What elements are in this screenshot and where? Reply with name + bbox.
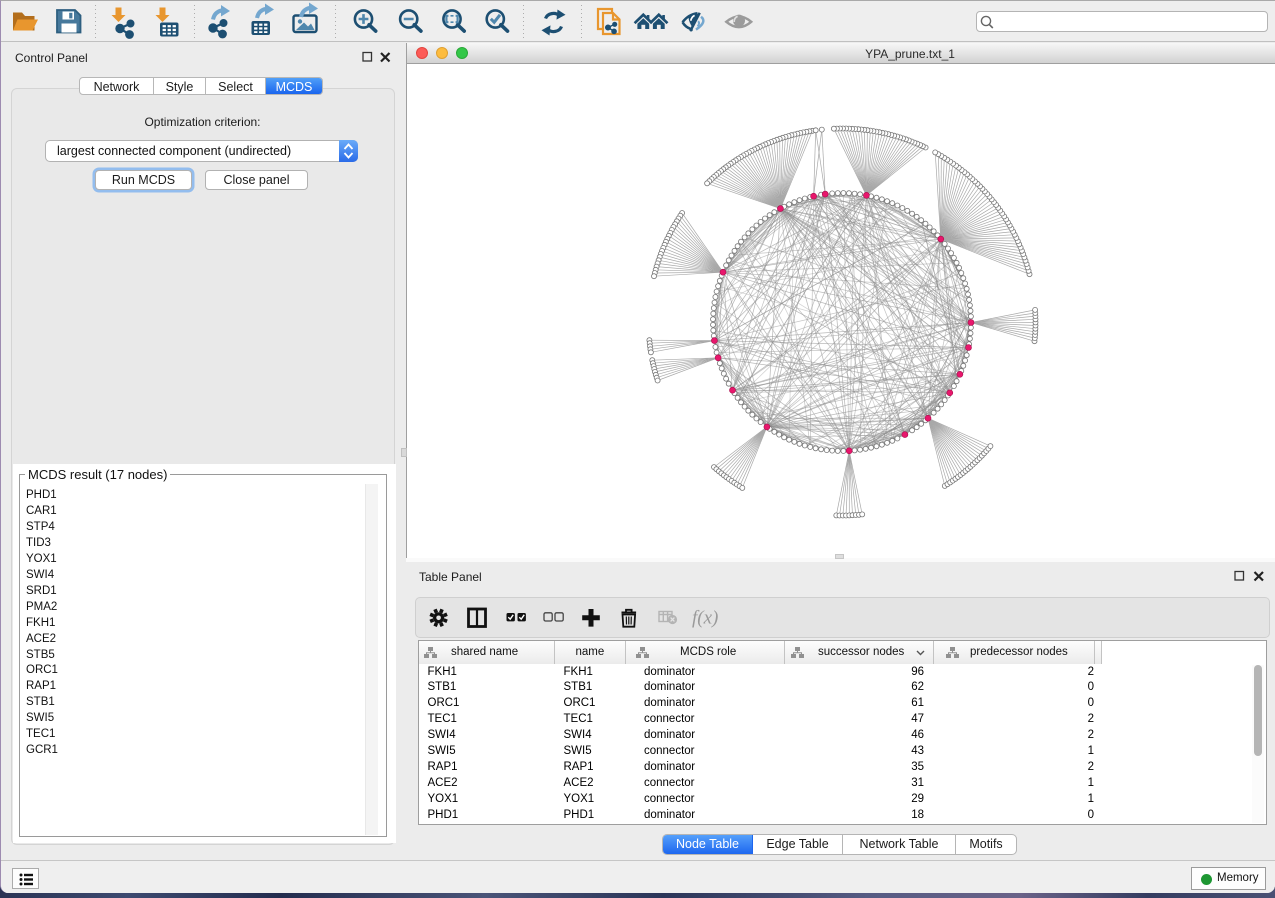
svg-text:f(x): f(x) [692, 608, 718, 629]
